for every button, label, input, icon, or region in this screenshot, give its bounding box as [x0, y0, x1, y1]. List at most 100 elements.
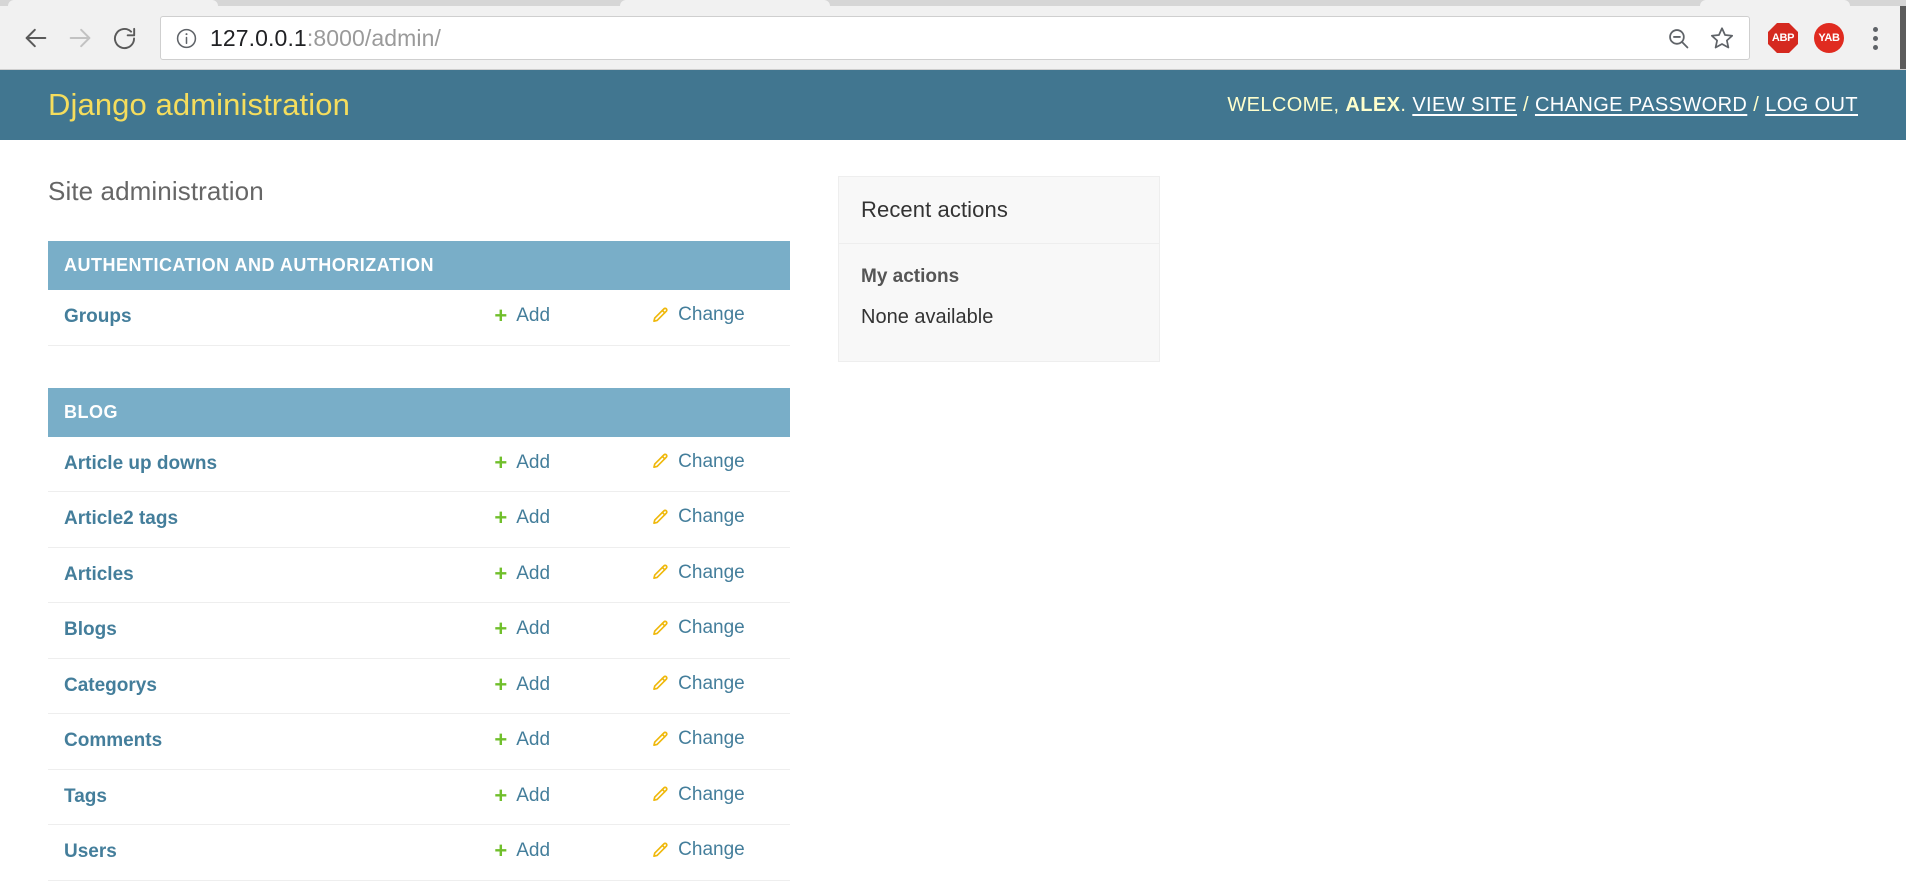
model-link[interactable]: Groups — [64, 306, 132, 327]
browser-tab-3[interactable] — [1700, 0, 1850, 6]
kebab-menu-icon[interactable] — [1858, 18, 1892, 58]
add-link[interactable]: + Add — [494, 840, 550, 862]
username: ALEX — [1345, 93, 1401, 116]
reload-button[interactable] — [102, 16, 146, 60]
change-link[interactable]: Change — [650, 673, 745, 695]
sidebar: Recent actions My actions None available — [838, 176, 1160, 892]
model-name-cell: Users — [48, 824, 479, 881]
arrow-left-icon — [25, 28, 47, 48]
plus-icon: + — [494, 505, 508, 531]
add-link[interactable]: + Add — [494, 671, 551, 697]
app-caption[interactable]: BLOG — [48, 387, 790, 437]
add-label: Add — [516, 451, 551, 473]
change-cell: Change — [634, 769, 790, 825]
add-link[interactable]: + Add — [494, 729, 550, 751]
model-name-cell: Categorys — [48, 658, 479, 714]
pencil-icon — [650, 674, 669, 693]
model-link[interactable]: Article2 tags — [64, 508, 178, 529]
star-icon[interactable] — [1705, 21, 1739, 55]
log-out-link[interactable]: LOG OUT — [1765, 94, 1858, 116]
pencil-icon — [650, 619, 669, 638]
info-circle-icon[interactable] — [175, 27, 198, 50]
change-password-link[interactable]: CHANGE PASSWORD — [1535, 94, 1747, 116]
model-link[interactable]: Users — [64, 841, 117, 862]
model-link[interactable]: Blogs — [64, 619, 117, 640]
change-link[interactable]: Change — [650, 839, 745, 861]
site-title[interactable]: Django administration — [48, 87, 350, 123]
pencil-icon — [650, 306, 669, 325]
branding: Django administration — [48, 87, 350, 123]
yab-extension-icon[interactable]: YAB — [1814, 23, 1844, 53]
model-link[interactable]: Comments — [64, 730, 162, 751]
model-link[interactable]: Article up downs — [64, 453, 217, 474]
reload-icon — [113, 27, 135, 49]
adblock-plus-icon[interactable]: ABP — [1768, 23, 1798, 53]
app-table: AUTHENTICATION AND AUTHORIZATION Groups + A… — [48, 241, 790, 346]
add-label: Add — [516, 562, 551, 584]
recent-actions-panel: Recent actions My actions None available — [838, 176, 1160, 362]
add-link[interactable]: + Add — [494, 782, 551, 808]
model-row: Comments + Add Change — [48, 713, 790, 770]
admin-content: Site administration AUTHENTICATION AND A… — [0, 140, 1906, 892]
change-link[interactable]: Change — [650, 506, 745, 528]
pencil-icon — [650, 785, 669, 804]
add-label: Add — [516, 784, 551, 806]
add-link[interactable]: + Add — [494, 562, 551, 585]
browser-tab-active[interactable] — [8, 0, 218, 6]
url-text[interactable]: 127.0.0.1:8000/admin/ — [210, 25, 1661, 52]
url-bar[interactable]: 127.0.0.1:8000/admin/ — [160, 16, 1750, 60]
change-label: Change — [678, 783, 745, 805]
separator-2: / — [1753, 93, 1760, 116]
zoom-out-icon[interactable] — [1661, 21, 1695, 55]
app-caption[interactable]: AUTHENTICATION AND AUTHORIZATION — [48, 241, 790, 290]
pencil-icon — [650, 730, 669, 749]
plus-icon: + — [494, 671, 508, 697]
tab-strip — [0, 0, 1906, 6]
change-link[interactable]: Change — [650, 617, 745, 639]
add-link[interactable]: + Add — [494, 449, 551, 475]
change-cell: Change — [634, 658, 790, 714]
omnibox-actions — [1661, 21, 1739, 55]
model-link[interactable]: Categorys — [64, 675, 157, 696]
pencil-icon — [650, 563, 669, 582]
plus-icon: + — [494, 727, 508, 753]
change-link[interactable]: Change — [650, 728, 745, 750]
model-row: Article up downs + Add Change — [48, 436, 790, 492]
model-row: Users + Add Change — [48, 824, 790, 881]
add-label: Add — [516, 305, 551, 327]
welcome-text: WELCOME, — [1227, 93, 1340, 116]
app-module: AUTHENTICATION AND AUTHORIZATION Groups + A… — [48, 241, 790, 346]
app-module: BLOG Article up downs + Add Change Article2 t… — [48, 387, 790, 881]
pencil-icon — [650, 452, 669, 471]
model-link[interactable]: Tags — [64, 786, 107, 807]
change-cell: Change — [634, 290, 790, 346]
page-title: Site administration — [48, 176, 264, 206]
add-link[interactable]: + Add — [494, 507, 550, 529]
add-label: Add — [516, 673, 551, 695]
forward-button[interactable] — [58, 16, 102, 60]
add-label: Add — [516, 507, 551, 529]
pencil-icon — [650, 508, 669, 527]
view-site-link[interactable]: VIEW SITE — [1412, 94, 1517, 116]
change-link[interactable]: Change — [650, 562, 745, 584]
model-row: Article2 tags + Add Change — [48, 491, 790, 548]
change-label: Change — [678, 839, 745, 860]
recent-actions-title: Recent actions — [839, 177, 1159, 244]
change-link[interactable]: Change — [650, 451, 745, 473]
model-name-cell: Article up downs — [48, 436, 479, 492]
add-label: Add — [516, 618, 551, 640]
browser-tab-2[interactable] — [620, 0, 830, 6]
change-link[interactable]: Change — [650, 784, 745, 806]
plus-icon: + — [494, 782, 508, 808]
add-link[interactable]: + Add — [494, 618, 550, 640]
browser-toolbar: 127.0.0.1:8000/admin/ ABP YAB — [0, 6, 1906, 70]
model-name-cell: Tags — [48, 769, 479, 825]
change-cell: Change — [634, 436, 790, 492]
change-cell: Change — [634, 491, 790, 548]
change-link[interactable]: Change — [650, 304, 745, 326]
plus-icon: + — [494, 449, 508, 475]
model-link[interactable]: Articles — [64, 564, 134, 585]
admin-page: Django administration WELCOME, ALEX. VIE… — [0, 70, 1906, 892]
add-link[interactable]: + Add — [494, 305, 550, 327]
back-button[interactable] — [14, 16, 58, 60]
